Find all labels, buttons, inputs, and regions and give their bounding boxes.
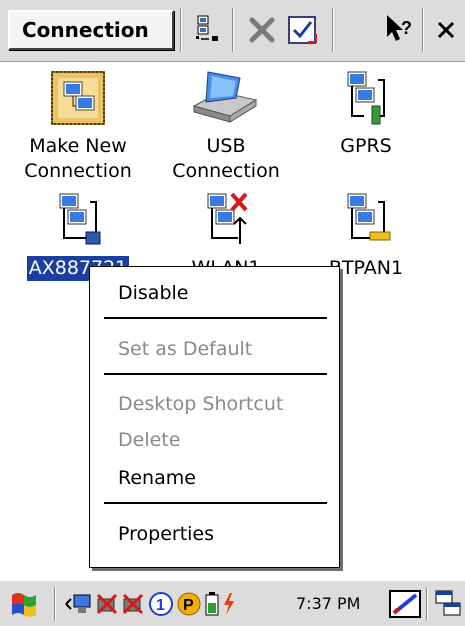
taskbar-separator	[426, 587, 428, 621]
power-plug-icon[interactable]	[220, 591, 238, 617]
menu-separator	[104, 373, 327, 375]
wlan-disconnected-icon	[207, 192, 248, 244]
connection-title-button[interactable]: Connection	[8, 10, 174, 50]
network-error-icon[interactable]	[120, 591, 146, 617]
menu-item-delete[interactable]: Delete	[118, 428, 180, 452]
network-adapter-icon	[59, 193, 101, 245]
bluetooth-pan-icon	[347, 193, 391, 241]
make-new-connection-icon	[51, 71, 105, 125]
toolbar-separator	[180, 8, 182, 52]
connection-item[interactable]: GPRS	[296, 66, 436, 159]
help-icon[interactable]: ?	[382, 12, 418, 48]
connection-label: GPRS	[340, 135, 392, 157]
toolbar-separator	[332, 8, 334, 52]
menu-separator	[104, 317, 327, 319]
parking-icon[interactable]: P	[176, 591, 202, 617]
connection-item[interactable]: Make New Connection	[8, 66, 148, 184]
input-panel-icon[interactable]	[388, 589, 422, 619]
view-toggle-icon[interactable]	[190, 12, 226, 48]
svg-text:P: P	[183, 597, 194, 614]
connection-label: Make New Connection	[24, 135, 132, 182]
connection-item[interactable]: USB Connection	[156, 66, 296, 184]
ok-checkbox-icon[interactable]	[284, 12, 320, 48]
menu-item-desktop-shortcut[interactable]: Desktop Shortcut	[118, 392, 283, 416]
network-error-icon[interactable]	[94, 591, 120, 617]
svg-text:?: ?	[401, 18, 412, 38]
close-icon[interactable]	[428, 12, 464, 48]
toolbar-separator	[232, 8, 234, 52]
start-flag-icon[interactable]	[8, 589, 40, 619]
number-one-icon[interactable]: 1	[148, 591, 174, 617]
command-bar: Connection ?	[0, 0, 465, 62]
usb-connection-icon	[192, 71, 258, 123]
connection-label: USB Connection	[172, 135, 280, 182]
battery-icon[interactable]	[204, 591, 220, 617]
menu-item-rename[interactable]: Rename	[118, 466, 196, 490]
menu-item-disable[interactable]: Disable	[118, 281, 188, 305]
taskbar-separator	[54, 587, 56, 621]
context-menu: Disable Set as Default Desktop Shortcut …	[89, 266, 340, 568]
network-connected-icon[interactable]	[64, 591, 94, 617]
taskbar: 1 P 7:37 PM	[0, 580, 465, 626]
menu-item-set-as-default[interactable]: Set as Default	[118, 337, 252, 361]
menu-item-properties[interactable]: Properties	[118, 522, 214, 546]
clock[interactable]: 7:37 PM	[296, 593, 360, 615]
gprs-icon	[347, 71, 385, 125]
menu-separator	[104, 502, 327, 504]
delete-icon[interactable]	[244, 12, 280, 48]
svg-text:1: 1	[156, 597, 165, 614]
toolbar-separator	[422, 8, 424, 52]
switch-window-icon[interactable]	[434, 589, 462, 619]
